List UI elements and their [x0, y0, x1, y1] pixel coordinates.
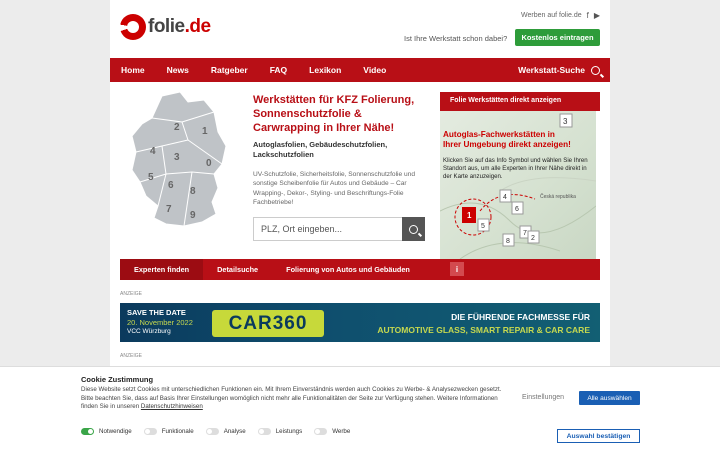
svg-text:1: 1 [467, 211, 472, 220]
hero-description: UV-Schutzfolie, Sicherheitsfolie, Sonnen… [253, 171, 416, 206]
toggle-notwendige[interactable]: Notwendige [81, 428, 132, 435]
map-zone-label: 9 [190, 210, 196, 221]
cookie-toggles: Notwendige Funktionale Analyse Leistungs… [81, 428, 350, 435]
nav-item-home[interactable]: Home [110, 65, 156, 75]
postcode-search-input[interactable]: PLZ, Ort eingeben... [253, 217, 403, 241]
nav-item-video[interactable]: Video [352, 65, 397, 75]
map-marker-active[interactable]: 1 [462, 207, 476, 223]
map-zone-label: 7 [166, 204, 172, 215]
select-all-button[interactable]: Alle auswählen [579, 391, 640, 405]
toggle-werbe[interactable]: Werbe [314, 428, 350, 435]
germany-postcode-map[interactable]: 2 1 4 3 0 5 6 7 8 9 [122, 90, 242, 230]
map-marker[interactable]: 8 [502, 233, 515, 247]
svg-text:2: 2 [531, 235, 535, 242]
svg-text:7: 7 [523, 230, 527, 237]
map-zone-label: 5 [148, 172, 154, 183]
toggle-switch-on[interactable] [81, 428, 94, 435]
cookie-title: Cookie Zustimmung [81, 375, 154, 384]
map-zone-label: 0 [206, 158, 212, 169]
map-zone-label: 2 [174, 122, 180, 133]
hero-headline: Werkstätten für KFZ Folierung, Sonnensch… [253, 94, 415, 134]
map-marker[interactable]: 2 [527, 230, 540, 244]
map-marker[interactable]: 5 [477, 218, 490, 232]
search-icon [409, 224, 418, 234]
map-zone-label: 1 [202, 126, 208, 137]
facebook-icon[interactable]: f [587, 11, 589, 20]
ad-banner[interactable]: SAVE THE DATE 20. November 2022 VCC Würz… [120, 303, 600, 342]
svg-text:3: 3 [563, 117, 568, 126]
map-marker[interactable]: 3 [559, 113, 573, 128]
logo-text: folie.de [148, 16, 211, 37]
map-zone-label: 6 [168, 180, 174, 191]
workshop-search-link[interactable]: Werkstatt-Suche [518, 58, 600, 82]
nav-item-news[interactable]: News [156, 65, 200, 75]
toggle-switch-off[interactable] [143, 428, 157, 435]
main-nav: Home News Ratgeber FAQ Lexikon Video Wer… [110, 58, 610, 82]
confirm-selection-button[interactable]: Auswahl bestätigen [557, 429, 640, 443]
top-links: Werben auf folie.de f ▶ [521, 11, 600, 20]
svg-text:4: 4 [503, 194, 507, 201]
search-tabs: Experten finden Detailsuche Folierung vo… [120, 259, 600, 280]
svg-text:5: 5 [481, 223, 485, 230]
map-zone-label: 8 [190, 186, 196, 197]
tab-experten-finden[interactable]: Experten finden [120, 259, 204, 280]
info-icon[interactable]: i [450, 262, 464, 276]
logo-mark-icon [120, 14, 146, 40]
map-place-label: Česká republika [540, 193, 576, 200]
tab-folierung[interactable]: Folierung von Autos und Gebäuden [272, 259, 424, 280]
toggle-leistungs[interactable]: Leistungs [257, 428, 302, 435]
panel-map-title: Autoglas-Fachwerkstätten in Ihrer Umgebu… [443, 130, 571, 149]
youtube-icon[interactable]: ▶ [594, 11, 600, 20]
nav-item-ratgeber[interactable]: Ratgeber [200, 65, 259, 75]
nav-item-lexikon[interactable]: Lexikon [298, 65, 352, 75]
workshop-question: Ist Ihre Werkstatt schon dabei? [404, 34, 508, 43]
map-marker[interactable]: 6 [511, 201, 524, 215]
search-icon [591, 65, 600, 75]
banner-save-date: SAVE THE DATE 20. November 2022 VCC Würz… [127, 308, 193, 335]
ad-label: ANZEIGE [120, 353, 142, 359]
workshop-map-panel[interactable]: 3 4 6 1 5 7 8 2 Česká republika Autoglas… [440, 111, 596, 259]
postcode-search-button[interactable] [402, 217, 425, 241]
workshop-search-label: Werkstatt-Suche [518, 65, 585, 75]
toggle-switch-off[interactable] [257, 428, 271, 435]
nav-item-faq[interactable]: FAQ [259, 65, 298, 75]
map-zone-label: 4 [150, 146, 156, 157]
tab-detailsuche[interactable]: Detailsuche [203, 259, 272, 280]
cookie-consent-banner: Cookie Zustimmung Diese Website setzt Co… [0, 366, 720, 450]
car360-logo: CAR360 [212, 310, 324, 337]
banner-tagline: DIE FÜHRENDE FACHMESSE FÜR AUTOMOTIVE GL… [377, 312, 590, 335]
panel-heading: Folie Werkstätten direkt anzeigen [440, 92, 600, 111]
toggle-switch-off[interactable] [314, 428, 328, 435]
register-free-button[interactable]: Kostenlos eintragen [515, 29, 600, 46]
werben-link[interactable]: Werben auf folie.de [521, 12, 582, 19]
panel-map-text: Klicken Sie auf das Info Symbol und wähl… [443, 157, 588, 181]
svg-text:8: 8 [506, 238, 510, 245]
toggle-switch-off[interactable] [205, 428, 219, 435]
hero-subheadline: Autoglasfolien, Gebäudeschutzfolien, Lac… [253, 140, 388, 159]
privacy-link[interactable]: Datenschutzhinweisen [141, 403, 203, 410]
cookie-text: Diese Website setzt Cookies mit untersch… [81, 386, 502, 411]
map-zone-label: 3 [174, 152, 180, 163]
cookie-settings-link[interactable]: Einstellungen [522, 394, 564, 401]
site-logo[interactable]: folie.de [120, 14, 211, 40]
svg-text:6: 6 [515, 206, 519, 213]
ad-label: ANZEIGE [120, 291, 142, 297]
toggle-analyse[interactable]: Analyse [205, 428, 246, 435]
map-marker[interactable]: 4 [499, 189, 512, 203]
toggle-funktionale[interactable]: Funktionale [143, 428, 194, 435]
